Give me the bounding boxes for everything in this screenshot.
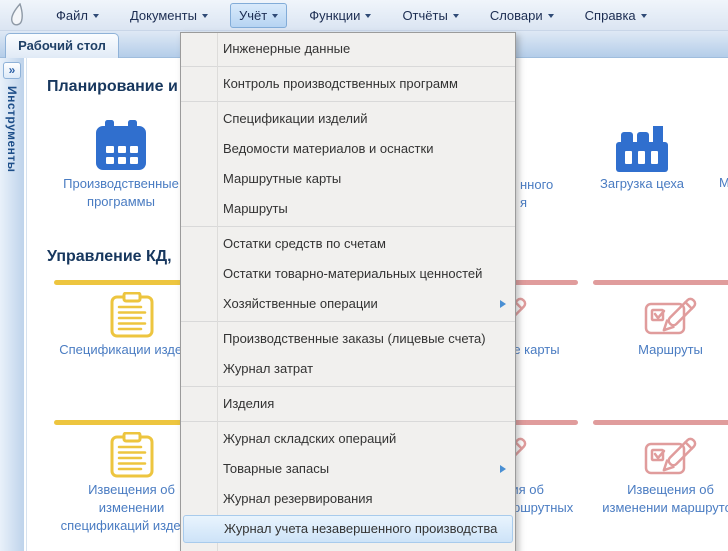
card-accent-bar xyxy=(593,420,728,425)
menu-item-reservation-journal[interactable]: Журнал резервирования xyxy=(181,484,515,514)
menu-separator xyxy=(181,321,515,322)
submenu-arrow-icon xyxy=(500,465,506,473)
menu-item-production-programs-control[interactable]: Контроль производственных программ xyxy=(181,69,515,99)
menubar-item-label: Отчёты xyxy=(402,8,447,23)
tile-production-programs[interactable]: Производственные программы xyxy=(41,120,201,211)
chevron-down-icon xyxy=(641,14,647,18)
menu-item-production-orders[interactable]: Производственные заказы (лицевые счета) xyxy=(181,324,515,354)
sidebar-tools-label[interactable]: Инструменты xyxy=(5,86,19,173)
menubar-item-label: Функции xyxy=(309,8,360,23)
menu-item-label: Остатки товарно-материальных ценностей xyxy=(223,266,482,281)
menu-separator xyxy=(181,226,515,227)
menu-item-warehouse-operations-journal[interactable]: Журнал складских операций xyxy=(181,424,515,454)
route-pencil-icon xyxy=(644,292,698,338)
menu-item-label: Контроль производственных программ xyxy=(223,76,458,91)
tile-clipped-label-fragment[interactable]: нного я xyxy=(520,176,553,212)
menu-separator xyxy=(181,101,515,102)
submenu-arrow-icon xyxy=(500,300,506,308)
section-heading-design-docs: Управление КД, xyxy=(47,248,172,266)
menubar-item-label: Словари xyxy=(490,8,543,23)
chevron-down-icon xyxy=(272,14,278,18)
menu-item-label: Журнал резервирования xyxy=(223,491,373,506)
tile-shop-load[interactable]: Загрузка цеха xyxy=(562,126,722,193)
menu-item-label: Журнал учета незавершенного производства xyxy=(224,521,497,536)
menu-item-label: Товарные запасы xyxy=(223,461,329,476)
menubar-item-reports[interactable]: Отчёты xyxy=(393,3,467,28)
menubar-item-label: Документы xyxy=(130,8,197,23)
card-accent-bar xyxy=(593,280,728,285)
menubar-item-file[interactable]: Файл xyxy=(47,3,108,28)
menu-item-engineering-data[interactable]: Инженерные данные xyxy=(181,34,515,64)
menubar-item-documents[interactable]: Документы xyxy=(121,3,217,28)
menu-item-route-cards[interactable]: Маршрутные карты xyxy=(181,164,515,194)
menubar-item-accounting[interactable]: Учёт xyxy=(230,3,287,28)
menu-item-label: Изделия xyxy=(223,396,274,411)
tile-label: Маршруты xyxy=(593,341,728,359)
menu-item-label: Журнал затрат xyxy=(223,361,313,376)
tools-sidebar: » Инструменты xyxy=(0,58,25,551)
menu-item-cost-journal[interactable]: Журнал затрат xyxy=(181,354,515,384)
clipboard-icon xyxy=(110,432,154,478)
menu-item-label: Маршрутные карты xyxy=(223,171,341,186)
menu-bar: Файл Документы Учёт Функции Отчёты Слова… xyxy=(0,0,728,31)
menubar-item-label: Файл xyxy=(56,8,88,23)
chevron-down-icon xyxy=(93,14,99,18)
tab-desktop[interactable]: Рабочий стол xyxy=(5,33,119,58)
menubar-item-label: Справка xyxy=(585,8,636,23)
app-logo-icon xyxy=(8,2,28,28)
menu-item-label: Инженерные данные xyxy=(223,41,350,56)
calendar-icon xyxy=(93,120,149,172)
menu-item-goods-stocks[interactable]: Товарные запасы xyxy=(181,454,515,484)
tile-routes[interactable]: Маршруты xyxy=(593,280,728,359)
chevron-down-icon xyxy=(202,14,208,18)
tile-label: Загрузка цеха xyxy=(562,175,722,193)
menu-item-wip-journal[interactable]: Журнал учета незавершенного производства xyxy=(183,515,513,543)
chevron-down-icon xyxy=(453,14,459,18)
clipboard-icon xyxy=(110,292,154,338)
menu-item-label: Спецификации изделий xyxy=(223,111,368,126)
menu-item-materials-tooling-lists[interactable]: Ведомости материалов и оснастки xyxy=(181,134,515,164)
double-chevron-right-icon: » xyxy=(9,63,16,77)
tile-clipped-label-fragment[interactable]: М xyxy=(719,174,728,192)
menu-item-label: Маршруты xyxy=(223,201,288,216)
menu-item-label: Хозяйственные операции xyxy=(223,296,378,311)
menu-item-products[interactable]: Изделия xyxy=(181,389,515,419)
menubar-item-dictionaries[interactable]: Словари xyxy=(481,3,563,28)
chevron-down-icon xyxy=(365,14,371,18)
menubar-item-label: Учёт xyxy=(239,8,267,23)
menu-item-business-operations[interactable]: Хозяйственные операции xyxy=(181,289,515,319)
menu-item-account-balances[interactable]: Остатки средств по счетам xyxy=(181,229,515,259)
menu-item-label: Журнал складских операций xyxy=(223,431,396,446)
tile-label: Извещения об изменении маршрутов xyxy=(593,481,728,517)
section-heading-planning: Планирование и xyxy=(47,78,178,96)
route-pencil-icon xyxy=(644,432,698,478)
app-window: Файл Документы Учёт Функции Отчёты Слова… xyxy=(0,0,728,551)
menubar-item-help[interactable]: Справка xyxy=(576,3,656,28)
menu-separator xyxy=(181,386,515,387)
menubar-item-functions[interactable]: Функции xyxy=(300,3,380,28)
menu-item-label: Производственные заказы (лицевые счета) xyxy=(223,331,486,346)
menu-item-inventory-balances[interactable]: Остатки товарно-материальных ценностей xyxy=(181,259,515,289)
tile-route-change-notices[interactable]: Извещения об изменении маршрутов xyxy=(593,420,728,517)
chevron-down-icon xyxy=(548,14,554,18)
sidebar-expand-button[interactable]: » xyxy=(3,62,21,79)
accounting-dropdown-menu: Инженерные данные Контроль производствен… xyxy=(180,32,516,551)
menu-separator xyxy=(181,421,515,422)
menu-item-label: Остатки средств по счетам xyxy=(223,236,386,251)
tile-label: Производственные программы xyxy=(41,175,201,211)
menu-item-product-specifications[interactable]: Спецификации изделий xyxy=(181,104,515,134)
menu-item-label: Ведомости материалов и оснастки xyxy=(223,141,433,156)
menu-separator xyxy=(181,66,515,67)
factory-icon xyxy=(616,126,668,172)
menu-item-routes[interactable]: Маршруты xyxy=(181,194,515,224)
